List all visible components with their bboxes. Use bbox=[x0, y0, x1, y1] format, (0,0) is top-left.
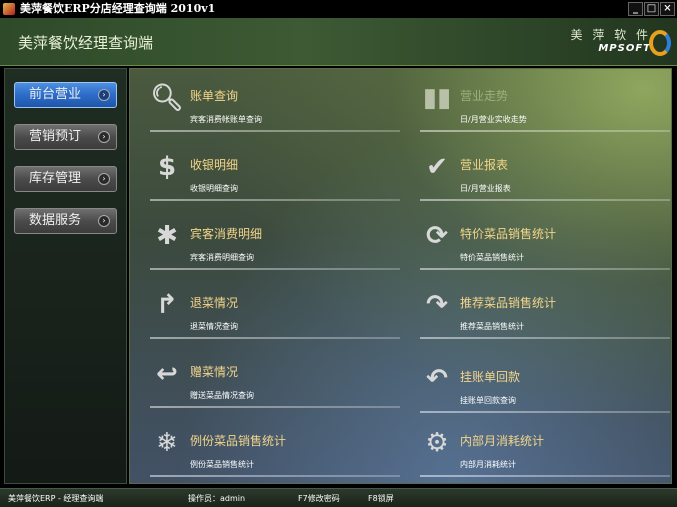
menu-item-gift-dishes[interactable]: ↩ 赠菜情况 赠送菜品情况查询 bbox=[150, 353, 400, 413]
bar-chart-icon: ▮▮ bbox=[422, 83, 452, 113]
menu-item-title: 推荐菜品销售统计 bbox=[460, 296, 557, 310]
divider bbox=[150, 268, 400, 270]
chevron-right-icon: › bbox=[98, 215, 110, 227]
sidebar-item-label: 前台营业 bbox=[29, 87, 82, 102]
menu-item-subtitle: 日/月营业报表 bbox=[460, 184, 511, 193]
menu-item-internal-consumption[interactable]: ⚙ 内部月消耗统计 内部月消耗统计 bbox=[420, 422, 670, 482]
status-bar: 美萍餐饮ERP - 经理查询端 操作员：admin F7修改密码 F8锁屏 bbox=[0, 488, 677, 507]
sidebar-item-inventory[interactable]: 库存管理 › bbox=[14, 166, 117, 192]
menu-item-subtitle: 例份菜品销售统计 bbox=[190, 460, 254, 469]
status-operator: 操作员：admin bbox=[188, 494, 246, 503]
divider bbox=[420, 130, 670, 132]
menu-item-title: 账单查询 bbox=[190, 89, 239, 103]
sidebar-item-data-service[interactable]: 数据服务 › bbox=[14, 208, 117, 234]
mpsoft-logo-icon bbox=[649, 30, 671, 56]
status-f8-lock-screen[interactable]: F8锁屏 bbox=[368, 490, 394, 507]
return-arrow-icon: ↱ bbox=[156, 290, 178, 320]
window-controls: _ □ × bbox=[628, 2, 675, 16]
divider bbox=[150, 406, 400, 408]
main-panel: 🔍︎ 账单查询 宾客消费帐账单查询 $ 收银明细 收银明细查询 ✱ 宾客消费明细… bbox=[129, 68, 672, 484]
undo-down-icon: ↩ bbox=[156, 359, 178, 389]
close-button[interactable]: × bbox=[660, 2, 675, 16]
asterisk-icon: ✱ bbox=[156, 221, 178, 251]
menu-item-business-report[interactable]: ✔ 营业报表 日/月营业报表 bbox=[420, 146, 670, 206]
menu-item-subtitle: 赠送菜品情况查询 bbox=[190, 391, 254, 400]
brand-logo: 美 萍 软 件 MPSOFT bbox=[570, 26, 671, 56]
menu-item-cashier-detail[interactable]: $ 收银明细 收银明细查询 bbox=[150, 146, 400, 206]
curved-back-icon: ↶ bbox=[426, 364, 448, 394]
sidebar-item-label: 营销预订 bbox=[29, 129, 82, 144]
menu-item-subtitle: 挂账单回款查询 bbox=[460, 396, 516, 405]
menu-item-title: 宾客消费明细 bbox=[190, 227, 263, 241]
menu-item-business-trend[interactable]: ▮▮ 营业走势 日/月营业实收走势 bbox=[420, 77, 670, 137]
status-app-name: 美萍餐饮ERP - 经理查询端 bbox=[8, 494, 104, 503]
menu-item-subtitle: 收银明细查询 bbox=[190, 184, 238, 193]
divider bbox=[150, 337, 400, 339]
dollar-icon: $ bbox=[157, 152, 177, 182]
menu-item-subtitle: 宾客消费明细查询 bbox=[190, 253, 254, 262]
sidebar-item-front-desk[interactable]: 前台营业 › bbox=[14, 82, 117, 108]
status-f7-change-password[interactable]: F7修改密码 bbox=[298, 490, 340, 507]
menu-item-recommended-dish-sales[interactable]: ↷ 推荐菜品销售统计 推荐菜品销售统计 bbox=[420, 284, 670, 344]
window-titlebar: 美萍餐饮ERP分店经理查询端 2010v1 _ □ × bbox=[0, 0, 677, 18]
minimize-button[interactable]: _ bbox=[628, 2, 643, 16]
header-title: 美萍餐饮经理查询端 bbox=[18, 34, 154, 52]
app-icon bbox=[3, 3, 15, 15]
brand-name-en: MPSOFT bbox=[598, 43, 651, 54]
menu-item-portion-sales[interactable]: ❄ 例份菜品销售统计 例份菜品销售统计 bbox=[150, 422, 400, 482]
menu-item-special-dish-sales[interactable]: ⟳ 特价菜品销售统计 特价菜品销售统计 bbox=[420, 215, 670, 275]
menu-item-subtitle: 退菜情况查询 bbox=[190, 322, 238, 331]
search-icon: 🔍︎ bbox=[150, 83, 184, 113]
sidebar-item-label: 数据服务 bbox=[29, 213, 82, 228]
divider bbox=[150, 199, 400, 201]
sidebar: 前台营业 › 营销预订 › 库存管理 › 数据服务 › bbox=[4, 68, 127, 484]
menu-item-subtitle: 推荐菜品销售统计 bbox=[460, 322, 524, 331]
divider bbox=[420, 475, 670, 477]
snowflake-icon: ❄ bbox=[156, 428, 178, 458]
menu-item-title: 收银明细 bbox=[190, 158, 239, 172]
menu-item-title: 特价菜品销售统计 bbox=[460, 227, 557, 241]
divider bbox=[420, 337, 670, 339]
menu-item-subtitle: 宾客消费帐账单查询 bbox=[190, 115, 262, 124]
chevron-right-icon: › bbox=[98, 173, 110, 185]
app-header: 美萍餐饮经理查询端 美 萍 软 件 MPSOFT bbox=[0, 18, 677, 66]
menu-item-title: 赠菜情况 bbox=[190, 365, 239, 379]
divider bbox=[150, 475, 400, 477]
menu-item-title: 例份菜品销售统计 bbox=[190, 434, 287, 448]
window-title: 美萍餐饮ERP分店经理查询端 2010v1 bbox=[20, 2, 216, 15]
menu-item-title: 营业报表 bbox=[460, 158, 509, 172]
redo-arrow-icon: ↷ bbox=[426, 290, 448, 320]
brand-name-cn: 美 萍 软 件 bbox=[570, 28, 651, 42]
divider bbox=[150, 130, 400, 132]
menu-item-subtitle: 特价菜品销售统计 bbox=[460, 253, 524, 262]
checkmark-icon: ✔ bbox=[426, 152, 448, 182]
menu-item-subtitle: 日/月营业实收走势 bbox=[460, 115, 527, 124]
menu-item-guest-consumption[interactable]: ✱ 宾客消费明细 宾客消费明细查询 bbox=[150, 215, 400, 275]
sidebar-item-label: 库存管理 bbox=[29, 171, 82, 186]
menu-item-title: 内部月消耗统计 bbox=[460, 434, 545, 448]
divider bbox=[420, 411, 670, 413]
menu-item-subtitle: 内部月消耗统计 bbox=[460, 460, 516, 469]
menu-item-title: 退菜情况 bbox=[190, 296, 239, 310]
divider bbox=[420, 199, 670, 201]
divider bbox=[420, 268, 670, 270]
menu-item-title: 营业走势 bbox=[460, 89, 509, 103]
menu-item-title: 挂账单回款 bbox=[460, 370, 521, 384]
chevron-right-icon: › bbox=[98, 89, 110, 101]
chevron-right-icon: › bbox=[98, 131, 110, 143]
menu-item-bill-query[interactable]: 🔍︎ 账单查询 宾客消费帐账单查询 bbox=[150, 77, 400, 137]
menu-item-credit-repayment[interactable]: ↶ 挂账单回款 挂账单回款查询 bbox=[420, 358, 670, 418]
refresh-icon: ⟳ bbox=[426, 221, 448, 251]
menu-item-returned-dishes[interactable]: ↱ 退菜情况 退菜情况查询 bbox=[150, 284, 400, 344]
maximize-button[interactable]: □ bbox=[644, 2, 659, 16]
sidebar-item-marketing[interactable]: 营销预订 › bbox=[14, 124, 117, 150]
gear-icon: ⚙ bbox=[425, 428, 449, 458]
